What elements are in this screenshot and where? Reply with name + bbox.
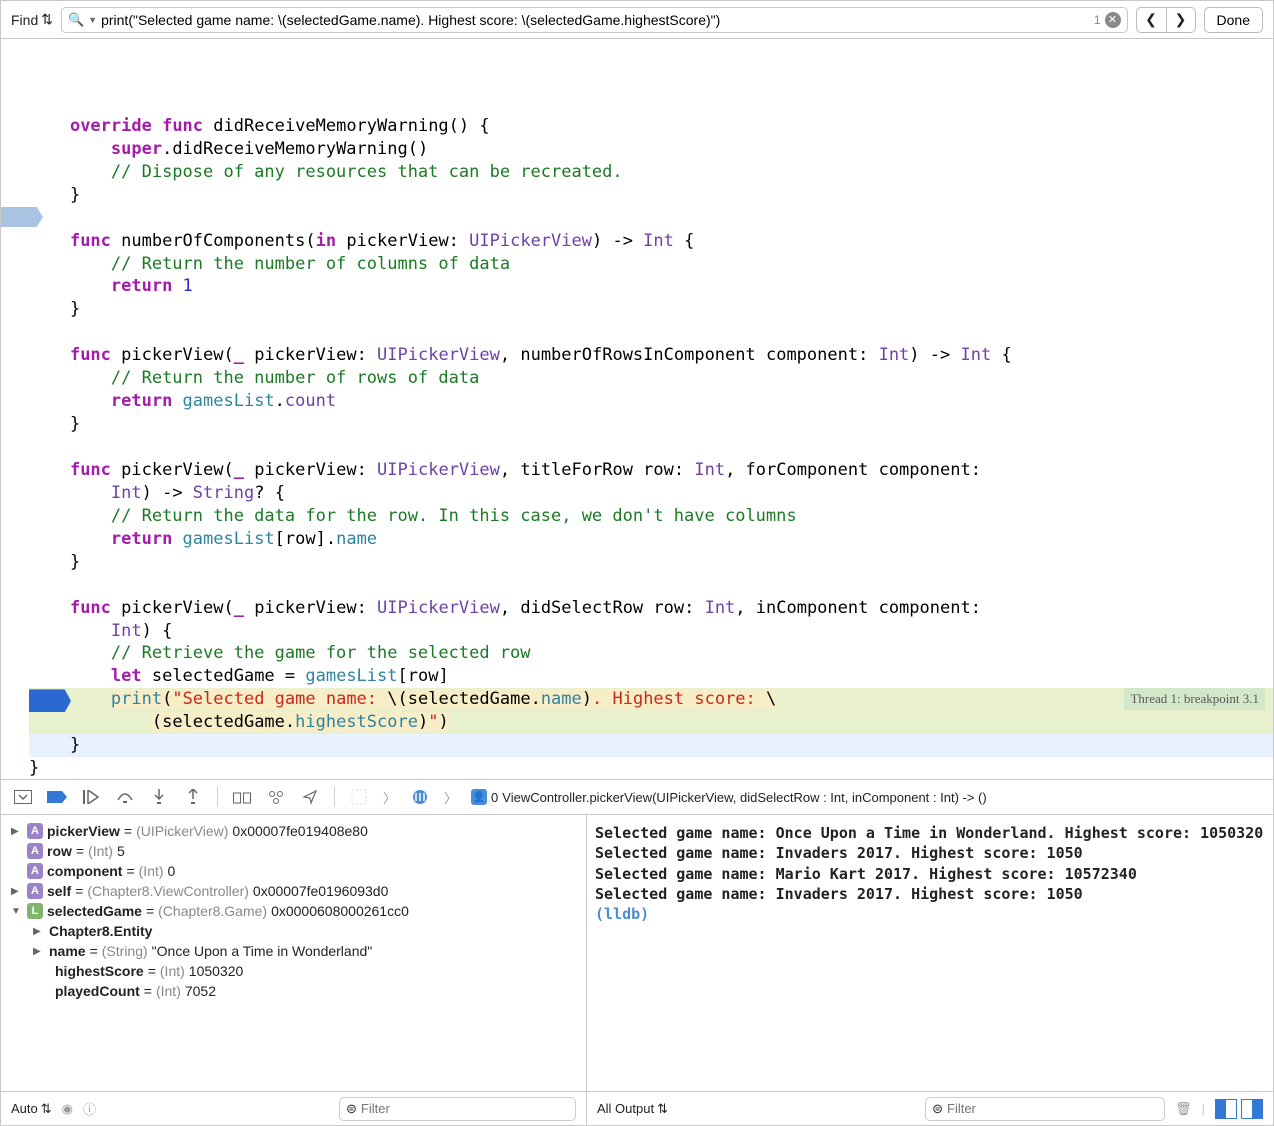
step-over-icon[interactable] xyxy=(115,787,135,807)
chevron-updown-icon: ⇅ xyxy=(657,1101,668,1117)
thread-icon[interactable] xyxy=(410,787,430,807)
chevron-updown-icon: ⇅ xyxy=(41,1101,52,1117)
breakpoints-toggle-icon[interactable] xyxy=(47,787,67,807)
filter-icon: ⊜ xyxy=(932,1101,943,1117)
left-pane-toggle[interactable] xyxy=(1215,1099,1237,1119)
var-badge-icon: L xyxy=(27,903,43,919)
debug-view-icon[interactable] xyxy=(232,787,252,807)
prev-result-button[interactable]: ❮ xyxy=(1136,7,1166,33)
search-icon: 🔍 xyxy=(68,12,84,28)
console-output[interactable]: Selected game name: Once Upon a Time in … xyxy=(587,815,1273,1091)
console-filter: ⊜ xyxy=(925,1097,1165,1121)
next-result-button[interactable]: ❯ xyxy=(1166,7,1196,33)
pane-view-toggles xyxy=(1215,1099,1263,1119)
variable-row-child: highestScore = (Int) 1050320 xyxy=(1,961,586,981)
gutter-breakpoint-indicator-light[interactable] xyxy=(1,207,43,227)
process-icon[interactable] xyxy=(349,787,369,807)
variable-row: ▶ApickerView = (UIPickerView) 0x00007fe0… xyxy=(1,821,586,841)
debug-toolbar: 〉 〉 👤 0 ViewController.pickerView(UIPick… xyxy=(1,779,1273,815)
variable-row: Acomponent = (Int) 0 xyxy=(1,861,586,881)
chevron-updown-icon: ⇅ xyxy=(41,11,53,28)
search-input[interactable] xyxy=(101,12,1090,28)
step-into-icon[interactable] xyxy=(149,787,169,807)
console-pane: Selected game name: Once Upon a Time in … xyxy=(587,815,1273,1125)
step-out-icon[interactable] xyxy=(183,787,203,807)
variable-row: ▶Aself = (Chapter8.ViewController) 0x000… xyxy=(1,881,586,901)
variable-row-child: ▶name = (String) "Once Upon a Time in Wo… xyxy=(1,941,586,961)
breakpoint-indicator[interactable] xyxy=(29,689,71,712)
code-editor[interactable]: override func didReceiveMemoryWarning() … xyxy=(1,39,1273,779)
frame-signature: ViewController.pickerView(UIPickerView, … xyxy=(502,790,986,805)
console-filter-input[interactable] xyxy=(947,1101,1158,1116)
variables-filter-input[interactable] xyxy=(361,1101,569,1116)
variables-pane: ▶ApickerView = (UIPickerView) 0x00007fe0… xyxy=(1,815,587,1125)
variable-row-child: playedCount = (Int) 7052 xyxy=(1,981,586,1001)
variables-list[interactable]: ▶ApickerView = (UIPickerView) 0x00007fe0… xyxy=(1,815,586,1091)
search-input-container: 🔍 ▼ 1 ✕ xyxy=(61,7,1128,33)
variables-footer: Auto⇅ ◉ ⓘ ⊜ xyxy=(1,1091,586,1125)
var-badge-icon: A xyxy=(27,823,43,839)
var-badge-icon: A xyxy=(27,843,43,859)
search-nav-buttons: ❮ ❯ xyxy=(1136,7,1196,33)
var-badge-icon: A xyxy=(27,863,43,879)
find-bar: Find ⇅ 🔍 ▼ 1 ✕ ❮ ❯ Done xyxy=(1,1,1273,39)
breakpoint-message: Thread 1: breakpoint 3.1 xyxy=(1124,688,1265,710)
search-result-count: 1 xyxy=(1094,13,1101,27)
search-dropdown-icon[interactable]: ▼ xyxy=(88,15,97,25)
frame-index: 0 xyxy=(491,790,498,805)
clear-search-icon[interactable]: ✕ xyxy=(1105,12,1121,28)
done-button[interactable]: Done xyxy=(1204,7,1263,33)
find-mode-label: Find xyxy=(11,12,38,28)
debug-area: ▶ApickerView = (UIPickerView) 0x00007fe0… xyxy=(1,815,1273,1125)
variable-row-child: ▶Chapter8.Entity xyxy=(1,921,586,941)
info-icon[interactable]: ⓘ xyxy=(83,1099,96,1118)
right-pane-toggle[interactable] xyxy=(1241,1099,1263,1119)
quicklook-icon[interactable]: ◉ xyxy=(62,1101,73,1117)
lldb-prompt: (lldb) xyxy=(595,905,658,923)
var-badge-icon: A xyxy=(27,883,43,899)
breadcrumb-separator: 〉 xyxy=(444,788,457,807)
console-footer: All Output⇅ ⊜ 🗑 | xyxy=(587,1091,1273,1125)
variable-row: Arow = (Int) 5 xyxy=(1,841,586,861)
find-mode-dropdown[interactable]: Find ⇅ xyxy=(11,11,53,28)
breadcrumb-separator: 〉 xyxy=(383,788,396,807)
console-mode-dropdown[interactable]: All Output⇅ xyxy=(597,1101,668,1117)
location-icon[interactable] xyxy=(300,787,320,807)
variables-filter: ⊜ xyxy=(339,1097,576,1121)
stack-frame-crumb[interactable]: 👤 0 ViewController.pickerView(UIPickerVi… xyxy=(471,789,987,805)
variable-row: ▼LselectedGame = (Chapter8.Game) 0x00006… xyxy=(1,901,586,921)
continue-icon[interactable] xyxy=(81,787,101,807)
hide-debug-icon[interactable] xyxy=(13,787,33,807)
variables-mode-dropdown[interactable]: Auto⇅ xyxy=(11,1101,52,1117)
frame-badge-icon: 👤 xyxy=(471,789,487,805)
trash-icon[interactable]: 🗑 xyxy=(1175,1101,1192,1117)
filter-icon: ⊜ xyxy=(346,1101,357,1117)
debug-memory-icon[interactable] xyxy=(266,787,286,807)
